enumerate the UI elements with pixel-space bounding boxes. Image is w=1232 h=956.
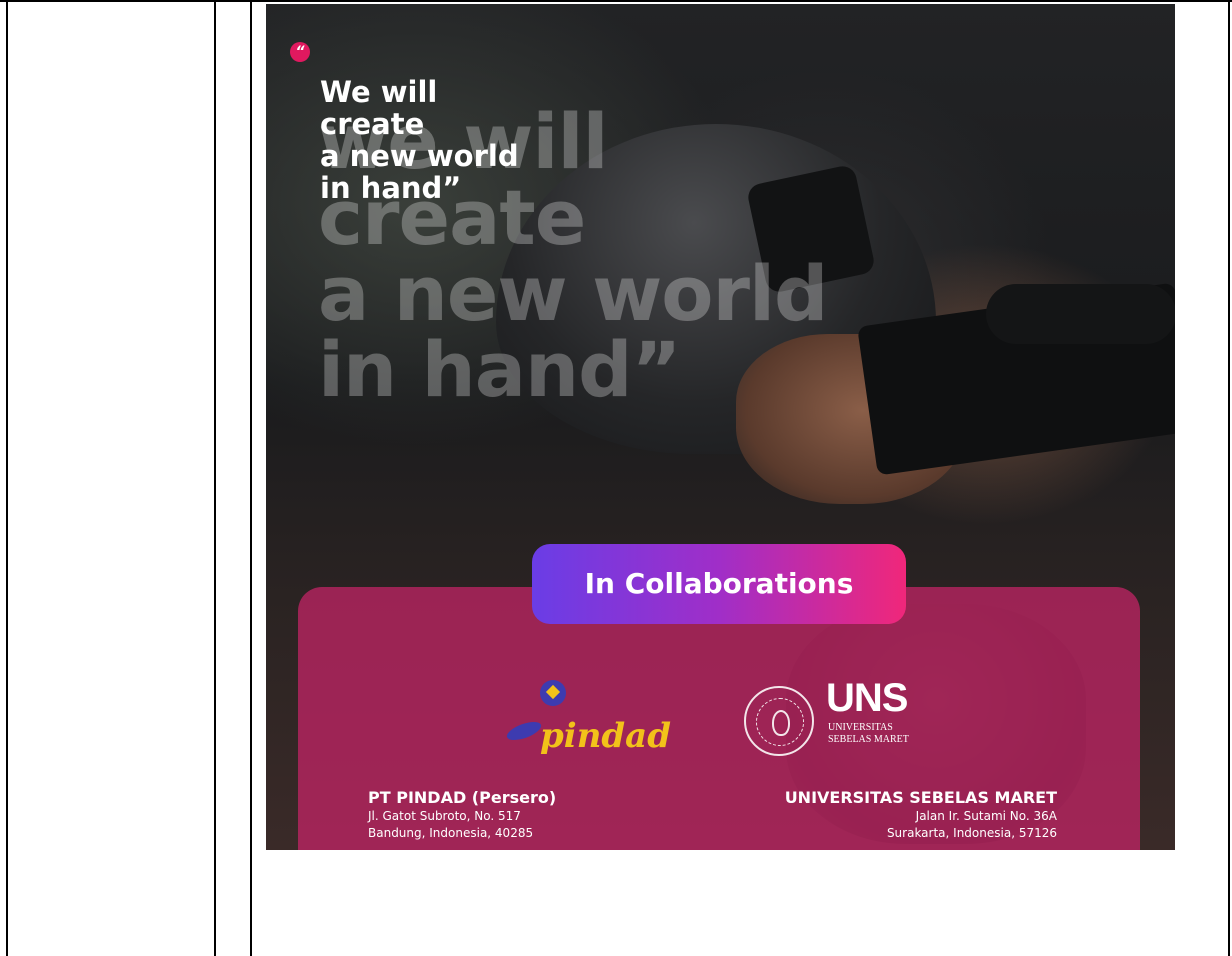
ghost-line: a new world xyxy=(318,249,828,338)
pindad-address-line: Bandung, Indonesia, 40285 xyxy=(368,826,534,840)
pindad-logo-word: pindad xyxy=(540,716,671,756)
uns-logo-sub-line: SEBELAS MARET xyxy=(828,734,909,745)
table-divider-2 xyxy=(250,0,252,956)
pindad-address-block: PT PINDAD (Persero) Jl. Gatot Subroto, N… xyxy=(368,788,556,842)
uns-logo-subtitle: UNIVERSITAS SEBELAS MARET xyxy=(828,722,909,746)
table-divider-1 xyxy=(214,0,216,956)
pindad-swoosh-icon xyxy=(504,718,544,744)
headline-line: a new world xyxy=(320,139,519,173)
uns-address-block: UNIVERSITAS SEBELAS MARET Jalan Ir. Suta… xyxy=(785,788,1057,842)
uns-address-line: Jalan Ir. Sutami No. 36A xyxy=(915,809,1057,823)
pindad-logo: pindad xyxy=(500,676,700,766)
table-border-left xyxy=(6,0,8,956)
collaboration-poster: “ we will create a new world in hand” We… xyxy=(266,4,1175,850)
ghost-line: in hand” xyxy=(318,325,681,414)
table-border-right xyxy=(1228,0,1230,956)
pindad-address-line: Jl. Gatot Subroto, No. 517 xyxy=(368,809,521,823)
collaborations-badge: In Collaborations xyxy=(532,544,906,624)
pindad-name: PT PINDAD (Persero) xyxy=(368,788,557,807)
uns-name: UNIVERSITAS SEBELAS MARET xyxy=(784,788,1057,807)
headline: We will create a new world in hand” xyxy=(320,76,519,204)
pindad-star-icon xyxy=(540,680,566,706)
rifle-scope xyxy=(986,284,1175,344)
headline-line: in hand” xyxy=(320,171,462,205)
uns-seal-icon xyxy=(744,686,814,756)
headline-line: create xyxy=(320,107,425,141)
uns-address-line: Surakarta, Indonesia, 57126 xyxy=(886,826,1057,840)
headline-line: We will xyxy=(320,75,438,109)
table-border-top xyxy=(0,0,1232,2)
uns-logo-sub-line: UNIVERSITAS xyxy=(828,722,893,733)
quote-icon: “ xyxy=(290,42,310,62)
uns-logo-word: UNS xyxy=(826,676,908,720)
